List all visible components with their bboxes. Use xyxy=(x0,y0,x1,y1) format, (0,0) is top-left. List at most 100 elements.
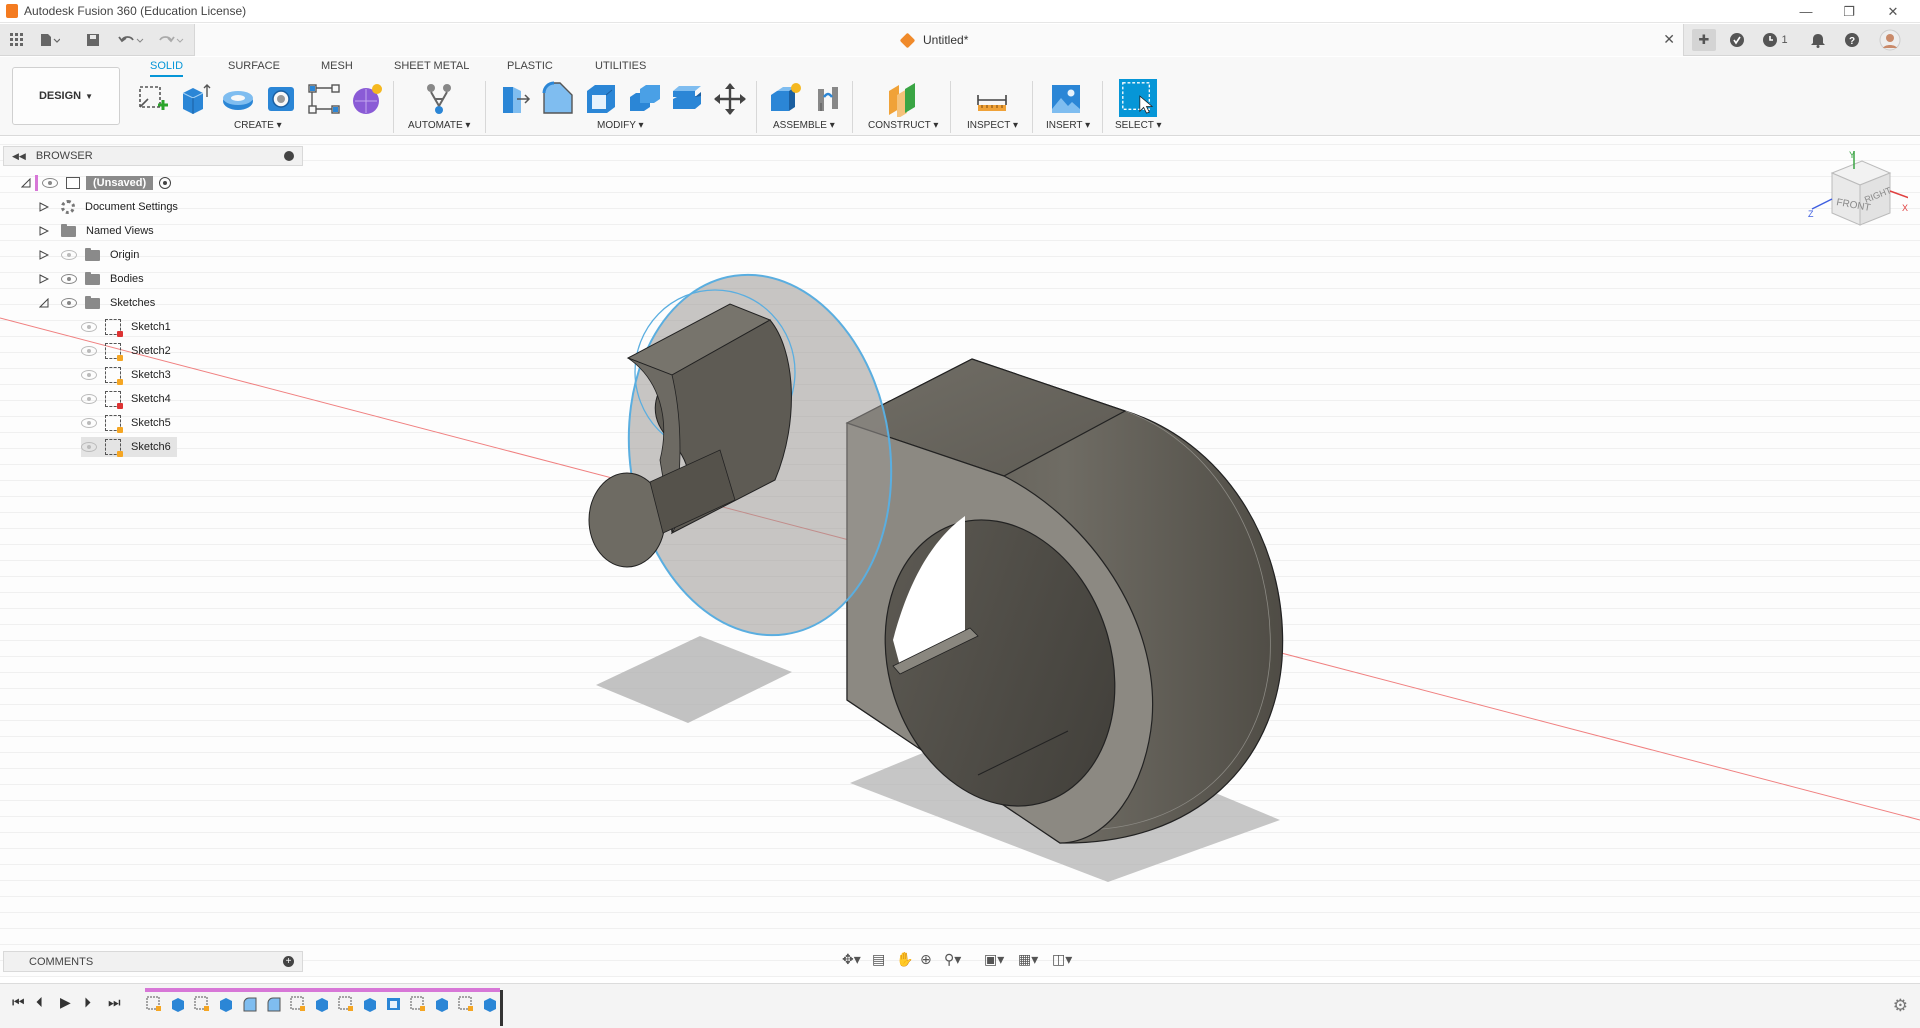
timeline-sketch-icon[interactable] xyxy=(410,996,426,1012)
browser-sketch-4[interactable]: Sketch4 xyxy=(81,389,171,409)
browser-item-bodies[interactable]: Bodies xyxy=(39,269,144,289)
collapse-triangle-icon[interactable] xyxy=(39,298,49,308)
activate-radio-icon[interactable] xyxy=(159,177,172,189)
inspect-group-label[interactable]: INSPECT ▾ xyxy=(967,120,1018,131)
browser-sketch-1[interactable]: Sketch1 xyxy=(81,317,171,337)
fillet-icon[interactable] xyxy=(540,81,576,117)
expand-triangle-icon[interactable] xyxy=(39,226,49,236)
combine-icon[interactable] xyxy=(626,81,662,117)
insert-group-label[interactable]: INSERT ▾ xyxy=(1046,120,1090,131)
close-tab-icon[interactable]: ✕ xyxy=(1663,31,1675,48)
timeline-marker[interactable] xyxy=(500,990,503,1026)
browser-sketch-2[interactable]: Sketch2 xyxy=(81,341,171,361)
job-status-icon[interactable]: 1 xyxy=(1758,29,1792,51)
timeline-extrude-icon[interactable] xyxy=(482,996,498,1012)
pan-hand-icon[interactable]: ✋ xyxy=(896,951,913,968)
timeline-sketch-icon[interactable] xyxy=(458,996,474,1012)
visibility-eye-icon[interactable] xyxy=(61,250,77,260)
new-tab-icon[interactable]: ✚ xyxy=(1692,29,1716,51)
extensions-icon[interactable] xyxy=(1725,29,1749,51)
browser-item-named-views[interactable]: Named Views xyxy=(39,221,154,241)
visibility-eye-icon[interactable] xyxy=(61,298,77,308)
timeline-extrude-icon[interactable] xyxy=(218,996,234,1012)
construct-group-label[interactable]: CONSTRUCT ▾ xyxy=(868,120,938,131)
visibility-eye-icon[interactable] xyxy=(81,442,97,452)
tab-mesh[interactable]: MESH xyxy=(321,60,353,77)
visibility-eye-icon[interactable] xyxy=(81,370,97,380)
timeline-settings-gear-icon[interactable]: ⚙ xyxy=(1893,996,1908,1016)
joint-icon[interactable] xyxy=(810,81,846,117)
timeline-first-icon[interactable]: ⏮ xyxy=(12,994,25,1011)
timeline-fillet-icon[interactable] xyxy=(266,996,282,1012)
add-comment-icon[interactable]: + xyxy=(283,956,294,967)
document-tab[interactable]: Untitled* ✕ xyxy=(194,24,1684,56)
restore-button[interactable]: ❐ xyxy=(1826,0,1872,23)
select-group-label[interactable]: SELECT ▾ xyxy=(1115,120,1162,131)
timeline-last-icon[interactable]: ⏭ xyxy=(108,994,121,1011)
zoom-icon[interactable]: ⊕ xyxy=(920,951,932,968)
timeline-play-icon[interactable]: ▶ xyxy=(60,994,71,1011)
timeline-sketch-icon[interactable] xyxy=(146,996,162,1012)
browser-root-row[interactable]: (Unsaved) xyxy=(21,173,172,193)
create-group-label[interactable]: CREATE ▾ xyxy=(234,120,282,131)
timeline-extrude-icon[interactable] xyxy=(362,996,378,1012)
browser-pin-icon[interactable] xyxy=(284,151,294,161)
file-menu-icon[interactable] xyxy=(38,29,62,51)
browser-sketch-3[interactable]: Sketch3 xyxy=(81,365,171,385)
pattern-icon[interactable] xyxy=(306,81,342,117)
create-sketch-icon[interactable] xyxy=(134,81,170,117)
select-tool-icon[interactable] xyxy=(1119,79,1157,117)
timeline-extrude-icon[interactable] xyxy=(170,996,186,1012)
browser-item-sketches[interactable]: Sketches xyxy=(39,293,155,313)
timeline-fillet-icon[interactable] xyxy=(242,996,258,1012)
modify-group-label[interactable]: MODIFY ▾ xyxy=(597,120,644,131)
viewports-icon[interactable]: ◫▾ xyxy=(1052,951,1072,968)
workspace-switcher[interactable]: DESIGN ▼ xyxy=(12,67,120,125)
view-cube[interactable]: FRONT RIGHT Y X Z xyxy=(1808,150,1913,241)
browser-sketch-6[interactable]: Sketch6 xyxy=(81,437,177,457)
visibility-eye-icon[interactable] xyxy=(81,346,97,356)
tab-sheet-metal[interactable]: SHEET METAL xyxy=(394,60,469,77)
expand-triangle-icon[interactable] xyxy=(39,250,49,260)
redo-icon[interactable] xyxy=(156,29,186,51)
timeline-sketch-icon[interactable] xyxy=(194,996,210,1012)
timeline-next-icon[interactable]: ⏵ xyxy=(84,994,91,1011)
offset-plane-icon[interactable] xyxy=(885,81,921,119)
timeline-sketch-icon[interactable] xyxy=(290,996,306,1012)
timeline-shell-icon[interactable] xyxy=(386,996,402,1012)
automate-group-label[interactable]: AUTOMATE ▾ xyxy=(408,120,470,131)
insert-image-icon[interactable] xyxy=(1048,81,1084,117)
timeline-previous-icon[interactable]: ⏴ xyxy=(36,994,43,1011)
automate-icon[interactable] xyxy=(421,81,457,117)
visibility-eye-icon[interactable] xyxy=(81,418,97,428)
offset-face-icon[interactable] xyxy=(669,81,705,117)
save-icon[interactable] xyxy=(84,29,102,51)
tab-utilities[interactable]: UTILITIES xyxy=(595,60,646,77)
browser-sketch-5[interactable]: Sketch5 xyxy=(81,413,171,433)
expand-triangle-icon[interactable] xyxy=(21,178,31,188)
tab-plastic[interactable]: PLASTIC xyxy=(507,60,553,77)
fit-zoom-icon[interactable]: ⚲▾ xyxy=(944,951,961,968)
browser-item-origin[interactable]: Origin xyxy=(39,245,139,265)
new-component-icon[interactable] xyxy=(767,81,803,117)
app-grid-icon[interactable] xyxy=(8,29,26,51)
user-avatar[interactable] xyxy=(1876,29,1904,51)
notifications-bell-icon[interactable] xyxy=(1806,29,1830,51)
look-at-icon[interactable]: ▤ xyxy=(872,951,885,968)
create-form-icon[interactable] xyxy=(349,81,385,117)
move-icon[interactable] xyxy=(712,81,748,117)
visibility-eye-icon[interactable] xyxy=(81,394,97,404)
help-icon[interactable]: ? xyxy=(1840,29,1864,51)
undo-icon[interactable] xyxy=(116,29,146,51)
press-pull-icon[interactable] xyxy=(497,81,533,117)
visibility-eye-icon[interactable] xyxy=(61,274,77,284)
revolve-icon[interactable] xyxy=(220,81,256,117)
hole-icon[interactable] xyxy=(263,81,299,117)
visibility-eye-icon[interactable] xyxy=(81,322,97,332)
timeline-extrude-icon[interactable] xyxy=(434,996,450,1012)
grid-snaps-icon[interactable]: ▦▾ xyxy=(1018,951,1038,968)
assemble-group-label[interactable]: ASSEMBLE ▾ xyxy=(773,120,835,131)
browser-item-document-settings[interactable]: Document Settings xyxy=(39,197,178,217)
timeline-extrude-icon[interactable] xyxy=(314,996,330,1012)
tab-solid[interactable]: SOLID xyxy=(150,60,184,77)
